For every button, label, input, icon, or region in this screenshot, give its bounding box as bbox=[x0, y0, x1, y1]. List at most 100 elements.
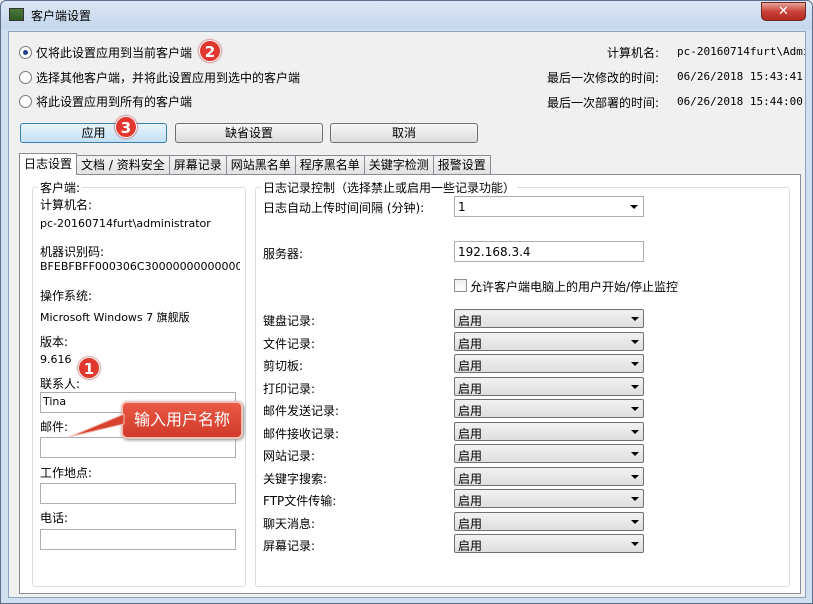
dialog-body: 仅将此设置应用到当前客户端 选择其他客户端，并将此设置应用到选中的客户端 将此设… bbox=[8, 31, 806, 598]
radio-button[interactable] bbox=[19, 45, 32, 59]
chevron-down-icon bbox=[631, 340, 639, 344]
tab-website-blacklist[interactable]: 网站黑名单 bbox=[225, 155, 296, 175]
log-row-value: 启用 bbox=[458, 337, 483, 351]
server-value: 192.168.3.4 bbox=[458, 245, 531, 259]
log-row-dropdown[interactable]: 启用 bbox=[454, 399, 644, 418]
machine-id-value: BFEBFBFF000306C30000000000000000 bbox=[40, 260, 240, 273]
radio-button[interactable] bbox=[19, 70, 32, 84]
log-row-label: 关键字搜索: bbox=[263, 472, 328, 486]
log-settings-panel: 客户端: 计算机名: pc-20160714furt\administrator… bbox=[19, 174, 801, 594]
log-row-value: 启用 bbox=[458, 359, 483, 373]
tab-strip: 日志设置 文档 / 资料安全 屏幕记录 网站黑名单 程序黑名单 关键字检测 报警… bbox=[19, 153, 491, 175]
log-row-label: 网站记录: bbox=[263, 449, 316, 463]
version-value: 9.616 bbox=[40, 353, 72, 366]
os-value: Microsoft Windows 7 旗舰版 bbox=[40, 311, 190, 324]
chevron-down-icon bbox=[631, 520, 639, 524]
log-row-value: 启用 bbox=[458, 382, 483, 396]
radio-button[interactable] bbox=[19, 94, 32, 108]
last-deployed-value: 06/26/2018 15:44:00 bbox=[677, 95, 803, 108]
phone-label: 电话: bbox=[40, 511, 69, 525]
contact-label: 联系人: bbox=[40, 377, 81, 391]
log-row-label: 邮件发送记录: bbox=[263, 404, 340, 418]
client-group-title: 客户端: bbox=[38, 179, 83, 196]
chevron-down-icon bbox=[631, 452, 639, 456]
step-badge-1: 1 bbox=[78, 357, 100, 379]
log-row-dropdown[interactable]: 启用 bbox=[454, 377, 644, 396]
log-row-dropdown[interactable]: 启用 bbox=[454, 534, 644, 553]
log-row-value: 启用 bbox=[458, 472, 483, 486]
log-row-dropdown[interactable]: 启用 bbox=[454, 444, 644, 463]
chevron-down-icon bbox=[631, 542, 639, 546]
callout-pointer bbox=[68, 413, 125, 438]
chevron-down-icon bbox=[630, 205, 638, 209]
title-bar[interactable]: 客户端设置 ✕ bbox=[1, 1, 812, 29]
log-row-value: 启用 bbox=[458, 427, 483, 441]
tab-alarm-settings[interactable]: 报警设置 bbox=[432, 155, 491, 175]
settings-window: 客户端设置 ✕ 仅将此设置应用到当前客户端 选择其他客户端，并将此设置应用到选中… bbox=[0, 0, 813, 604]
chevron-down-icon bbox=[631, 407, 639, 411]
server-input[interactable]: 192.168.3.4 bbox=[454, 241, 644, 262]
log-control-title: 日志记录控制（选择禁止或启用一些记录功能） bbox=[261, 179, 518, 196]
log-row-dropdown[interactable]: 启用 bbox=[454, 332, 644, 351]
log-row-label: 聊天消息: bbox=[263, 517, 316, 531]
upload-interval-dropdown[interactable]: 1 bbox=[454, 196, 644, 217]
radio-label: 选择其他客户端，并将此设置应用到选中的客户端 bbox=[36, 70, 301, 85]
log-row-label: 邮件接收记录: bbox=[263, 427, 340, 441]
computer-name-label: 计算机名: bbox=[606, 46, 659, 60]
cancel-button[interactable]: 取消 bbox=[330, 123, 478, 143]
chevron-down-icon bbox=[631, 475, 639, 479]
radio-label: 将此设置应用到所有的客户端 bbox=[36, 94, 193, 109]
last-modified-label: 最后一次修改的时间: bbox=[546, 71, 659, 85]
version-label: 版本: bbox=[40, 335, 69, 349]
log-row-label: FTP文件传输: bbox=[263, 494, 337, 508]
log-row-dropdown[interactable]: 启用 bbox=[454, 489, 644, 508]
log-row-label: 剪切板: bbox=[263, 359, 304, 373]
log-row-value: 启用 bbox=[458, 517, 483, 531]
radio-label: 仅将此设置应用到当前客户端 bbox=[36, 45, 193, 60]
tab-keyword-detection[interactable]: 关键字检测 bbox=[363, 155, 434, 175]
log-row-value: 启用 bbox=[458, 494, 483, 508]
apply-button[interactable]: 应用 bbox=[20, 123, 167, 143]
chevron-down-icon bbox=[631, 362, 639, 366]
chevron-down-icon bbox=[631, 317, 639, 321]
allow-user-monitor-checkbox[interactable] bbox=[454, 279, 467, 292]
phone-input[interactable] bbox=[40, 529, 236, 550]
last-modified-value: 06/26/2018 15:43:41 bbox=[677, 70, 803, 83]
tab-log-settings[interactable]: 日志设置 bbox=[19, 153, 78, 175]
tab-program-blacklist[interactable]: 程序黑名单 bbox=[294, 155, 365, 175]
log-row-dropdown[interactable]: 启用 bbox=[454, 309, 644, 328]
radio-selected-clients[interactable]: 选择其他客户端，并将此设置应用到选中的客户端 bbox=[19, 68, 300, 86]
chevron-down-icon bbox=[631, 497, 639, 501]
log-row-dropdown[interactable]: 启用 bbox=[454, 354, 644, 373]
computer-name-value: pc-20160714furt\Admini bbox=[677, 45, 805, 58]
close-button[interactable]: ✕ bbox=[761, 2, 806, 21]
log-row-value: 启用 bbox=[458, 539, 483, 553]
upload-interval-value: 1 bbox=[458, 200, 466, 214]
allow-user-monitor-label: 允许客户端电脑上的用户开始/停止监控 bbox=[470, 280, 679, 294]
last-deployed-label: 最后一次部署的时间: bbox=[546, 96, 659, 110]
mail-label: 邮件: bbox=[40, 420, 69, 434]
callout-enter-username: 输入用户名称 bbox=[121, 401, 243, 439]
tab-document-security[interactable]: 文档 / 资料安全 bbox=[76, 155, 170, 175]
log-row-dropdown[interactable]: 启用 bbox=[454, 512, 644, 531]
tab-screen-record[interactable]: 屏幕记录 bbox=[168, 155, 227, 175]
default-settings-button[interactable]: 缺省设置 bbox=[175, 123, 323, 143]
radio-all-clients[interactable]: 将此设置应用到所有的客户端 bbox=[19, 92, 192, 110]
radio-current-client[interactable]: 仅将此设置应用到当前客户端 bbox=[19, 43, 192, 61]
workplace-label: 工作地点: bbox=[40, 466, 93, 480]
contact-input-value: Tina bbox=[43, 395, 67, 408]
step-badge-2: 2 bbox=[199, 40, 221, 62]
log-row-dropdown[interactable]: 启用 bbox=[454, 422, 644, 441]
log-row-label: 文件记录: bbox=[263, 337, 316, 351]
step-badge-3: 3 bbox=[115, 116, 137, 138]
window-title: 客户端设置 bbox=[31, 9, 92, 23]
workplace-input[interactable] bbox=[40, 483, 236, 504]
log-row-value: 启用 bbox=[458, 404, 483, 418]
client-computer-value: pc-20160714furt\administrator bbox=[40, 217, 211, 230]
log-row-label: 键盘记录: bbox=[263, 314, 316, 328]
log-row-dropdown[interactable]: 启用 bbox=[454, 467, 644, 486]
client-computer-label: 计算机名: bbox=[40, 198, 93, 212]
app-icon bbox=[9, 8, 24, 21]
server-label: 服务器: bbox=[263, 247, 304, 261]
log-row-label: 打印记录: bbox=[263, 382, 316, 396]
